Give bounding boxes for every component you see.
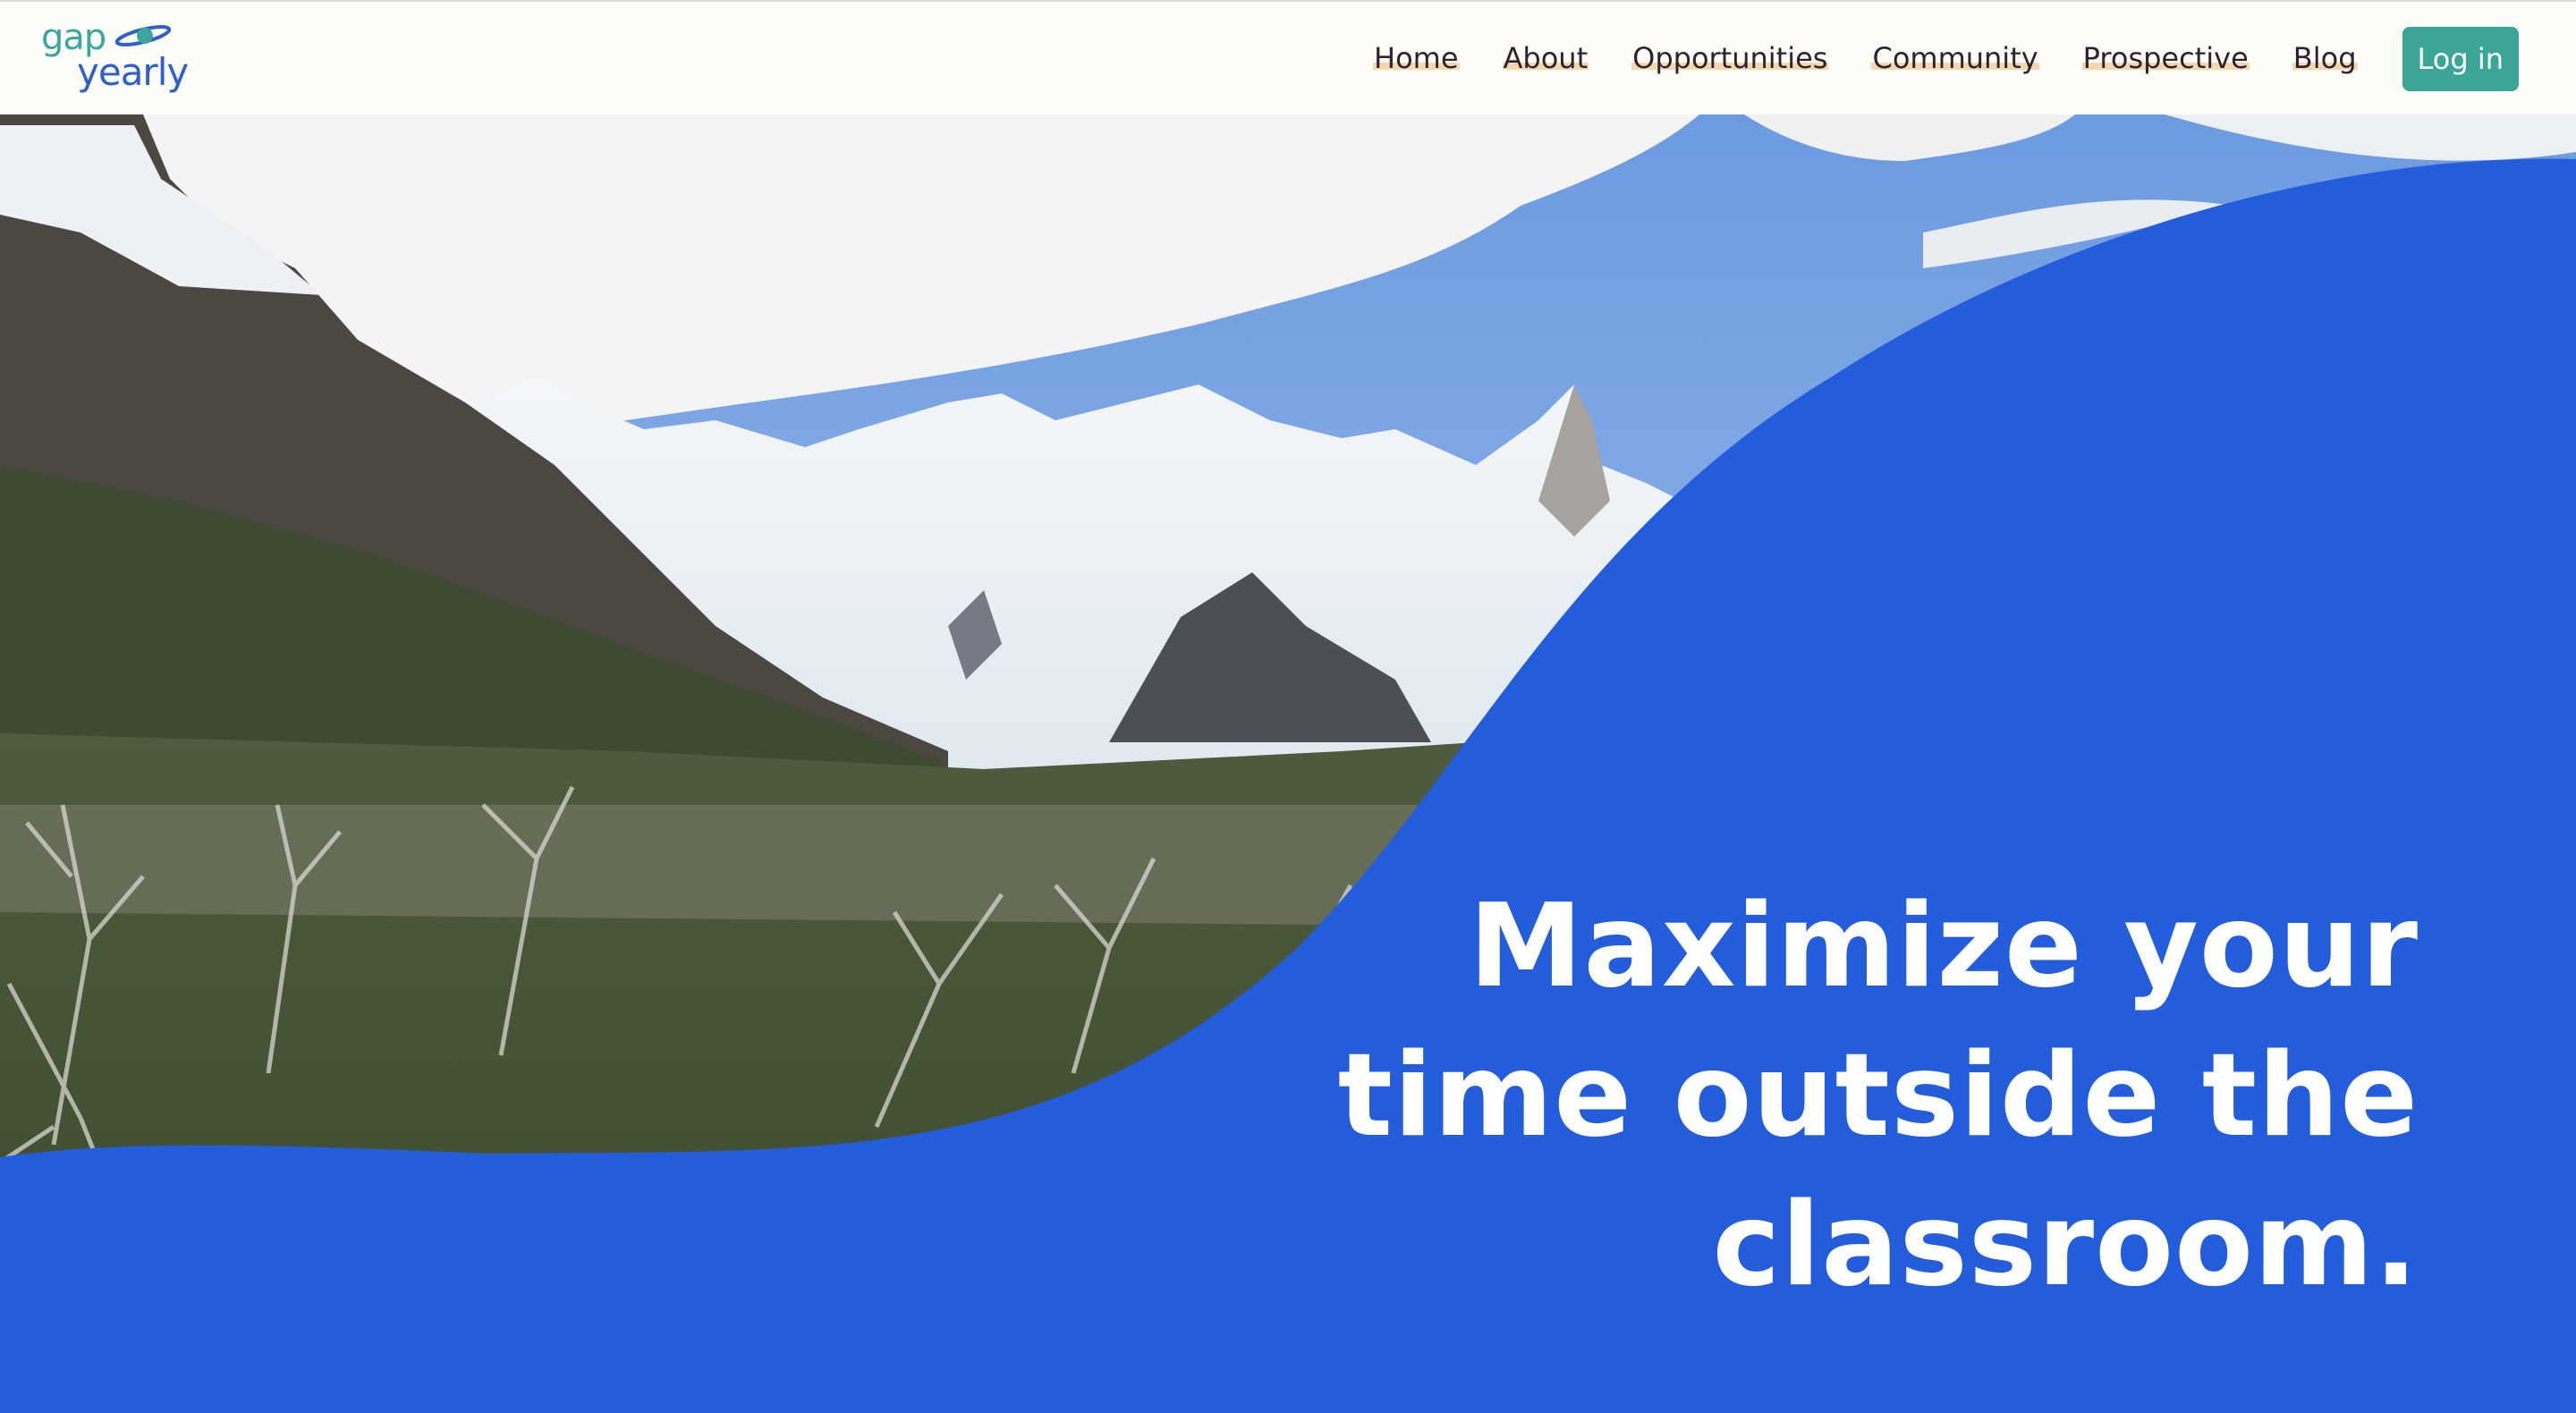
nav-community-link[interactable]: Community bbox=[1871, 44, 2039, 74]
nav-home-link[interactable]: Home bbox=[1373, 44, 1460, 74]
nav-opportunities-link[interactable]: Opportunities bbox=[1631, 44, 1829, 74]
logo-word-yearly: yearly bbox=[77, 50, 189, 94]
site-header: gap yearly Home About Opportunities Comm… bbox=[0, 0, 2576, 114]
nav-prospective-link[interactable]: Prospective bbox=[2081, 44, 2250, 74]
hero-headline: Maximize your time outside the classroom… bbox=[1337, 880, 2419, 1312]
nav-about-link[interactable]: About bbox=[1502, 44, 1589, 74]
nav-blog-link[interactable]: Blog bbox=[2292, 44, 2358, 74]
main-nav: Home About Opportunities Community Prosp… bbox=[1373, 27, 2519, 91]
gapyearly-logo[interactable]: gap yearly bbox=[41, 18, 202, 98]
login-button[interactable]: Log in bbox=[2402, 27, 2519, 91]
